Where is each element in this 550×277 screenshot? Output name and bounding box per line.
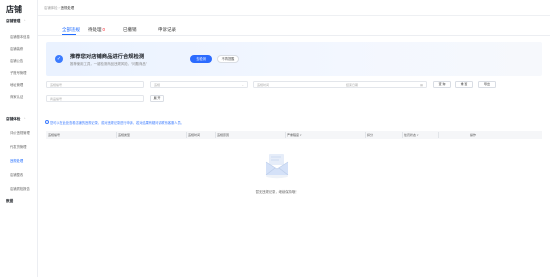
column-divider bbox=[186, 132, 187, 138]
filter-icon[interactable]: ▿ bbox=[300, 133, 302, 137]
sidebar-item-quality-report[interactable]: 店铺质检报告 bbox=[10, 186, 30, 191]
sidebar-item-subaccount[interactable]: 子账号管理 bbox=[10, 70, 26, 75]
violation-type-select[interactable]: 违规 ⌄ bbox=[150, 81, 248, 88]
column-header: 违规类型 bbox=[118, 133, 131, 137]
column-header: 违规时间 bbox=[188, 133, 201, 137]
sidebar-item-notice[interactable]: 店铺公告 bbox=[10, 58, 23, 63]
column-divider bbox=[116, 132, 117, 138]
sidebar-item-shop-info[interactable]: 店铺基本信息 bbox=[10, 34, 30, 39]
tab-appeals[interactable]: 申诉记录 bbox=[158, 27, 176, 33]
breadcrumb-parent[interactable]: 店铺体检 bbox=[44, 6, 58, 10]
nav-group-shop-check[interactable]: 店铺体检 ⌃ bbox=[6, 117, 26, 122]
shield-check-icon: ✓ bbox=[55, 55, 63, 63]
export-button[interactable]: 导出 bbox=[478, 81, 496, 88]
sidebar bbox=[0, 0, 38, 277]
active-tab-indicator bbox=[62, 34, 76, 35]
date-range-picker[interactable]: 违规时间 结束日期 ▦ bbox=[253, 81, 427, 88]
column-divider bbox=[215, 132, 216, 138]
chevron-up-icon: ⌃ bbox=[23, 117, 26, 121]
tab-pending[interactable]: 待处理0 bbox=[88, 27, 105, 33]
sidebar-item-violations[interactable]: 违规处理 bbox=[10, 158, 23, 163]
expand-filters-button[interactable]: 展 开 bbox=[150, 95, 164, 102]
nav-group-shop-manage[interactable]: 店铺管理 ⌃ bbox=[6, 19, 26, 24]
check-now-button[interactable]: 去检测 bbox=[190, 55, 212, 63]
chevron-up-icon: ⌃ bbox=[23, 19, 26, 23]
column-header: 违规编号 bbox=[48, 133, 61, 137]
sidebar-item-address[interactable]: 地址管理 bbox=[10, 82, 23, 87]
column-divider bbox=[438, 132, 439, 138]
sidebar-item-rectification[interactable]: 店铺整改 bbox=[10, 172, 23, 177]
banner-subtitle: 推荐使用工具，一键检测商品违规风险，“问题商品” bbox=[70, 62, 147, 66]
empty-state-text: 暂无违规记录，继续保持哦！ bbox=[255, 190, 299, 194]
calendar-icon: ▦ bbox=[420, 82, 423, 87]
sidebar-item-certification[interactable]: 商家认证 bbox=[10, 94, 23, 99]
chevron-down-icon: ⌄ bbox=[241, 82, 244, 87]
sidebar-item-dropship[interactable]: 代发货管理 bbox=[10, 144, 26, 149]
query-button[interactable]: 查 询 bbox=[433, 81, 451, 88]
banner-title: 推荐您对店铺商品进行合规检测 bbox=[70, 54, 145, 60]
top-bar bbox=[38, 0, 550, 16]
sidebar-item-review-violation[interactable]: 评价违规管理 bbox=[10, 130, 30, 135]
filter-icon[interactable]: ▿ bbox=[417, 133, 419, 137]
tab-all[interactable]: 全部违规 bbox=[62, 27, 80, 33]
column-header: 违规原因 bbox=[217, 133, 230, 137]
column-header-severity[interactable]: 严重程度 ▿ bbox=[287, 133, 301, 137]
reset-button[interactable]: 重 置 bbox=[455, 81, 473, 88]
violation-id-input[interactable]: 违规编号 bbox=[46, 81, 144, 88]
nav-group-data[interactable]: 数据 bbox=[6, 199, 13, 204]
column-divider bbox=[285, 132, 286, 138]
pending-count-badge: 0 bbox=[102, 27, 106, 32]
info-icon bbox=[45, 120, 49, 124]
tab-bar bbox=[38, 16, 550, 36]
tab-revoked[interactable]: 已撤销 bbox=[123, 27, 137, 33]
column-header-status[interactable]: 处罚状态 ▿ bbox=[404, 133, 418, 137]
app-logo: 店铺 bbox=[6, 5, 22, 14]
breadcrumb: 店铺体检 › 违规处理 bbox=[44, 5, 74, 10]
info-tip: 您可以在此处查看店铺的违规记录，或对违规记录进行申诉，若对结果有疑问请联系客服人… bbox=[45, 120, 184, 125]
column-header: 操作 bbox=[470, 133, 477, 137]
product-id-input[interactable]: 商品编号 bbox=[46, 95, 144, 102]
empty-mailbox-icon bbox=[265, 154, 289, 179]
dismiss-button[interactable]: 不再提醒 bbox=[217, 55, 239, 63]
sidebar-item-decoration[interactable]: 店铺装修 bbox=[10, 46, 23, 51]
column-divider bbox=[365, 132, 366, 138]
column-divider bbox=[402, 132, 403, 138]
column-header: 扣分 bbox=[367, 133, 374, 137]
breadcrumb-current: 违规处理 bbox=[60, 6, 75, 10]
